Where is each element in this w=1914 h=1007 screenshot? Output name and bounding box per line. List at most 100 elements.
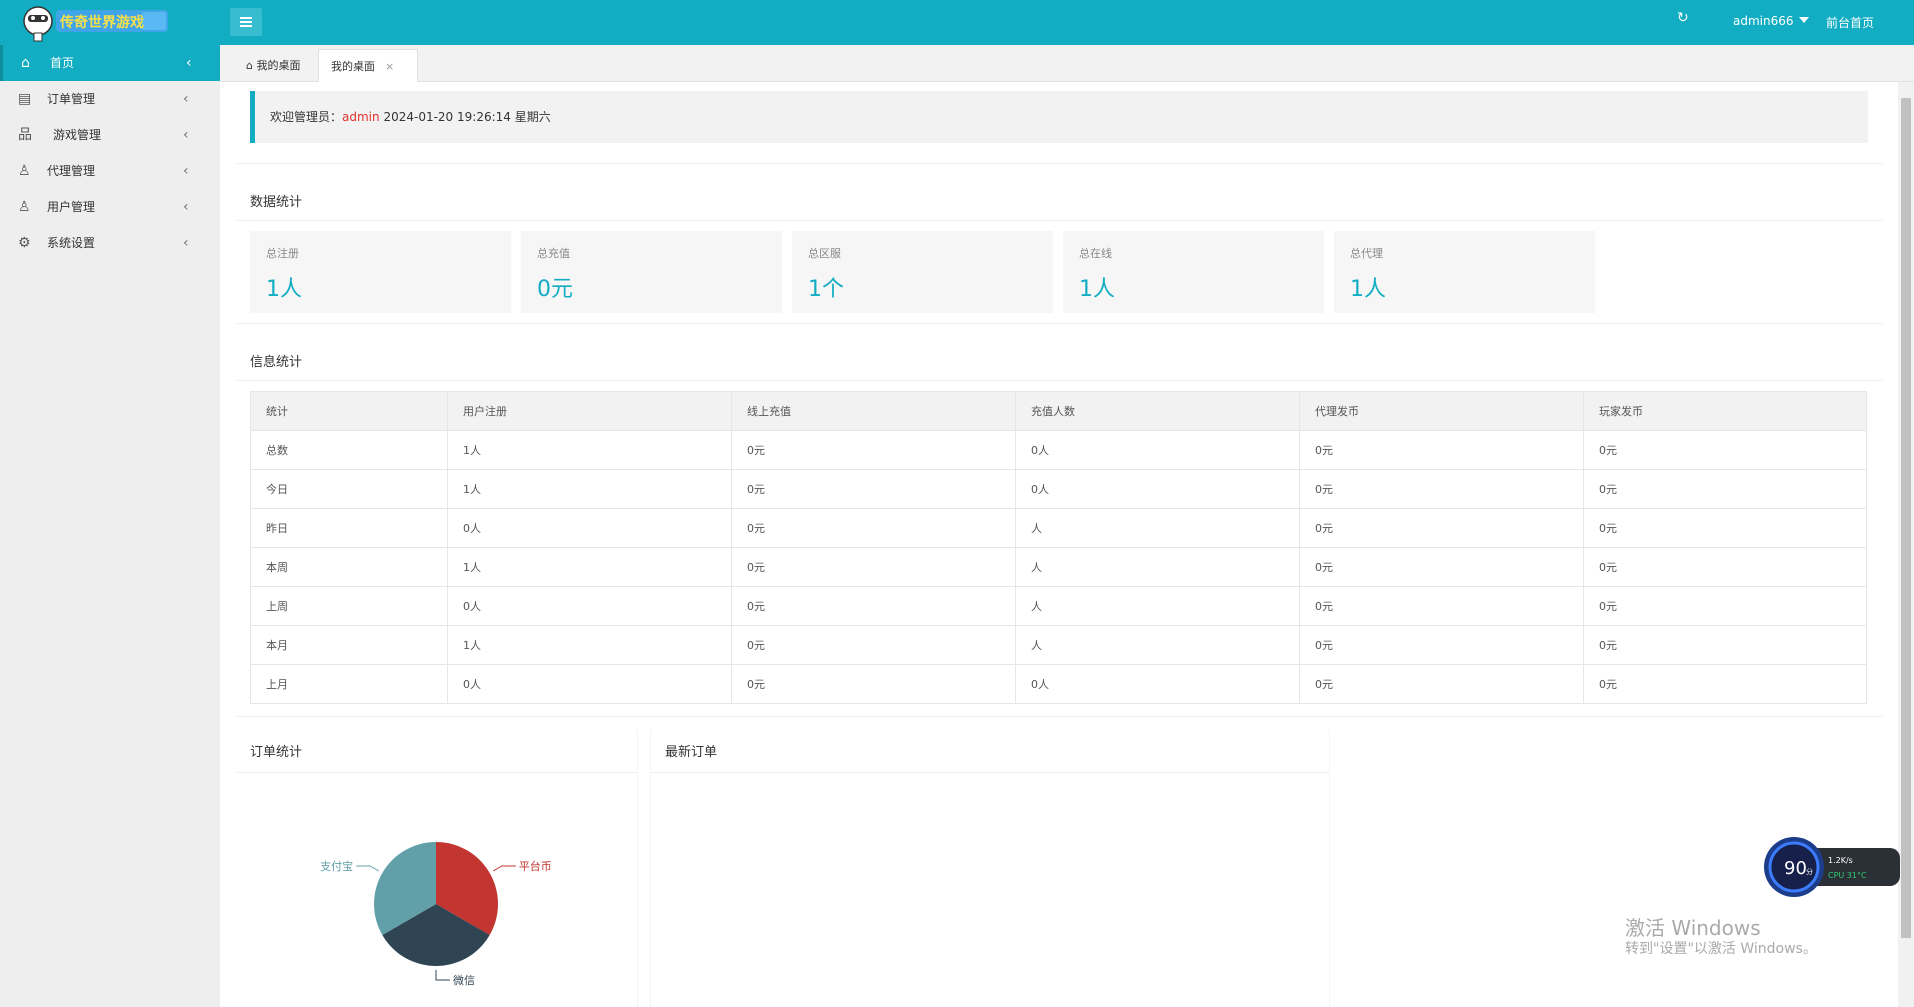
table-cell: 0人 <box>447 508 732 548</box>
order-stats-title: 订单统计 <box>250 745 303 760</box>
stat-card-agents: 总代理 1人 <box>1334 231 1595 313</box>
pie-label-line <box>356 865 380 872</box>
divider <box>236 716 1883 717</box>
column-header: 玩家发币 <box>1583 391 1867 431</box>
divider <box>236 772 637 773</box>
gear-icon: ⚙ <box>18 235 31 251</box>
stat-label: 总注册 <box>266 247 299 260</box>
tab-bar: ⌂ 我的桌面 我的桌面 × <box>220 45 1914 82</box>
table-cell: 0人 <box>447 586 732 626</box>
column-header: 线上充值 <box>731 391 1016 431</box>
table-cell: 0元 <box>1583 508 1867 548</box>
welcome-prefix: 欢迎管理员： <box>270 110 343 124</box>
table-cell: 人 <box>1015 547 1300 587</box>
table-row: 上周 0人 0元人 0元 0元 <box>250 586 1867 626</box>
stat-value: 1人 <box>1079 277 1115 302</box>
welcome-datetime: 2024-01-20 19:26:14 星期六 <box>383 110 551 124</box>
pie-label-line <box>435 970 450 981</box>
pie-slice-label: 平台币 <box>519 859 552 873</box>
stat-label: 总在线 <box>1079 247 1112 260</box>
chevron-left-icon: ‹ <box>183 163 189 179</box>
document-icon: ▤ <box>18 91 32 107</box>
welcome-banner: 欢迎管理员：admin 2024-01-20 19:26:14 星期六 <box>250 91 1868 143</box>
table-cell: 今日 <box>250 469 448 509</box>
pie-slice-label: 微信 <box>453 973 475 987</box>
frontend-home-link[interactable]: 前台首页 <box>1826 14 1874 31</box>
table-header-row: 统计 用户注册 线上充值 充值人数 代理发币 玩家发币 <box>250 391 1867 431</box>
table-cell: 1人 <box>447 625 732 665</box>
sidebar-item-label: 首页 <box>50 56 75 70</box>
table-cell: 人 <box>1015 508 1300 548</box>
order-pie-chart: 平台币微信 支付宝 <box>320 842 552 987</box>
pie-label-line <box>492 865 516 872</box>
pie-slice-label: 支付宝 <box>320 859 353 873</box>
stat-value: 1人 <box>266 277 302 302</box>
table-cell: 0人 <box>447 664 732 704</box>
stat-value: 1个 <box>808 277 844 302</box>
sidebar-item-label: 系统设置 <box>47 236 96 250</box>
top-header: 传奇世界游戏 ↻ admin666 前台首页 <box>0 0 1914 45</box>
table-cell: 0元 <box>1299 586 1584 626</box>
admin-name: admin666 <box>1733 14 1794 28</box>
tab-label: 我的桌面 <box>331 60 375 73</box>
table-cell: 人 <box>1015 586 1300 626</box>
table-cell: 上月 <box>250 664 448 704</box>
user-icon: ♙ <box>18 199 31 215</box>
stat-label: 总代理 <box>1350 247 1383 260</box>
site-logo[interactable]: 传奇世界游戏 <box>22 2 204 43</box>
sidebar-item-label: 订单管理 <box>47 92 96 106</box>
table-cell: 0元 <box>1299 508 1584 548</box>
table-row: 上月 0人 0元 0人 0元 0元 <box>250 664 1867 704</box>
windows-watermark-title: 激活 Windows <box>1625 916 1761 940</box>
table-cell: 1人 <box>447 469 732 509</box>
sidebar-item-games[interactable]: 品 游戏管理 ‹ <box>0 117 220 153</box>
stat-value: 0元 <box>537 277 573 302</box>
table-cell: 上周 <box>250 586 448 626</box>
widget-score: 90 <box>1784 858 1807 879</box>
table-cell: 0元 <box>1583 547 1867 587</box>
home-icon: ⌂ <box>21 55 30 71</box>
table-cell: 人 <box>1015 625 1300 665</box>
sidebar-item-home[interactable]: ⌂ 首页 ‹ <box>0 45 220 81</box>
home-icon: ⌂ <box>246 59 257 72</box>
sidebar-item-settings[interactable]: ⚙ 系统设置 ‹ <box>0 225 220 261</box>
sitemap-icon: 品 <box>18 127 32 143</box>
system-monitor-widget[interactable]: 90 分 1.2K/s CPU 31°C <box>1762 836 1902 898</box>
column-header: 统计 <box>250 391 448 431</box>
table-cell: 1人 <box>447 547 732 587</box>
sidebar-item-label: 用户管理 <box>47 200 96 214</box>
refresh-icon[interactable]: ↻ <box>1677 10 1689 26</box>
table-cell: 0元 <box>731 508 1016 548</box>
table-cell: 0元 <box>731 664 1016 704</box>
sidebar: ⌂ 首页 ‹ ▤ 订单管理 ‹ 品 游戏管理 ‹ ♙ 代理管理 ‹ ♙ 用户管理… <box>0 45 220 1007</box>
scrollbar-thumb[interactable] <box>1901 98 1911 938</box>
table-cell: 1人 <box>447 430 732 470</box>
sidebar-item-agents[interactable]: ♙ 代理管理 ‹ <box>0 153 220 189</box>
stat-label: 总充值 <box>537 247 570 260</box>
table-cell: 0元 <box>1583 430 1867 470</box>
menu-toggle-button[interactable] <box>230 8 262 36</box>
tab-label: 我的桌面 <box>256 59 301 72</box>
close-icon[interactable]: × <box>385 60 394 73</box>
welcome-user: admin <box>342 110 380 124</box>
sidebar-item-label: 游戏管理 <box>53 128 102 142</box>
table-cell: 0元 <box>731 469 1016 509</box>
stat-card-registrations: 总注册 1人 <box>250 231 511 313</box>
admin-menu[interactable]: admin666 <box>1733 14 1809 28</box>
table-cell: 0元 <box>731 625 1016 665</box>
table-cell: 0人 <box>1015 430 1300 470</box>
data-stats-title: 数据统计 <box>250 195 303 210</box>
stat-value: 1人 <box>1350 277 1386 302</box>
tab-desktop[interactable]: 我的桌面 × <box>318 49 418 82</box>
latest-orders-title: 最新订单 <box>665 745 718 760</box>
table-cell: 总数 <box>250 430 448 470</box>
tab-home[interactable]: ⌂ 我的桌面 <box>234 49 312 82</box>
sidebar-item-orders[interactable]: ▤ 订单管理 ‹ <box>0 81 220 117</box>
column-header: 充值人数 <box>1015 391 1300 431</box>
widget-score-unit: 分 <box>1806 867 1813 876</box>
sidebar-item-users[interactable]: ♙ 用户管理 ‹ <box>0 189 220 225</box>
table-cell: 本周 <box>250 547 448 587</box>
caret-down-icon <box>1798 17 1809 23</box>
table-row: 本月 1人 0元人 0元 0元 <box>250 625 1867 665</box>
table-row: 昨日 0人 0元人 0元 0元 <box>250 508 1867 548</box>
